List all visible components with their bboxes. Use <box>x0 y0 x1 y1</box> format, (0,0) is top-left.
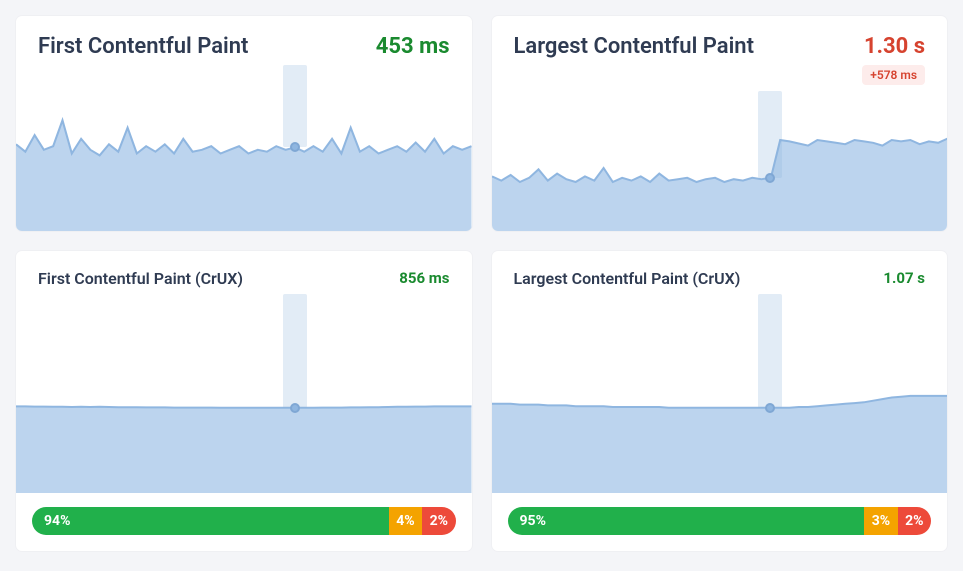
dist-needs-improvement: 3% <box>864 507 897 535</box>
sparkline-chart <box>16 294 472 493</box>
sparkline-chart <box>492 91 948 231</box>
time-marker <box>758 91 782 178</box>
dist-poor: 2% <box>422 507 455 535</box>
dist-good-label: 95% <box>520 513 546 529</box>
time-marker <box>758 294 782 408</box>
card-header: First Contentful Paint 453 ms <box>16 16 472 65</box>
dist-poor: 2% <box>898 507 931 535</box>
card-fcp: First Contentful Paint 453 ms <box>16 16 472 231</box>
card-header: Largest Contentful Paint 1.30 s +578 ms <box>492 16 948 91</box>
dist-good-label: 94% <box>44 513 70 529</box>
sparkline-chart <box>16 65 472 231</box>
card-header: First Contentful Paint (CrUX) 856 ms <box>16 251 472 294</box>
metric-title: Largest Contentful Paint (CrUX) <box>514 269 741 288</box>
metric-value: 1.07 s <box>883 269 925 287</box>
card-header: Largest Contentful Paint (CrUX) 1.07 s <box>492 251 948 294</box>
metrics-grid: First Contentful Paint 453 ms Largest Co… <box>0 0 963 567</box>
distribution-bar: 94% 4% 2% <box>32 507 456 535</box>
sparkline-chart <box>492 294 948 493</box>
dist-ni-label: 4% <box>396 513 414 529</box>
metric-title: Largest Contentful Paint <box>514 34 754 59</box>
metric-title: First Contentful Paint <box>38 34 248 59</box>
dist-good: 95% <box>508 507 865 535</box>
metric-value: 453 ms <box>376 34 450 59</box>
metric-title: First Contentful Paint (CrUX) <box>38 269 243 288</box>
time-marker <box>283 65 307 147</box>
distribution-bar: 95% 3% 2% <box>508 507 932 535</box>
metric-value: 1.30 s <box>862 34 925 59</box>
dist-good: 94% <box>32 507 389 535</box>
card-lcp-crux: Largest Contentful Paint (CrUX) 1.07 s 9… <box>492 251 948 551</box>
dist-ni-label: 3% <box>872 513 890 529</box>
dist-poor-label: 2% <box>905 513 923 529</box>
dist-poor-label: 2% <box>430 513 448 529</box>
time-marker <box>283 294 307 408</box>
marker-dot <box>290 403 300 413</box>
card-fcp-crux: First Contentful Paint (CrUX) 856 ms 94%… <box>16 251 472 551</box>
metric-value: 856 ms <box>399 269 449 287</box>
card-lcp: Largest Contentful Paint 1.30 s +578 ms <box>492 16 948 231</box>
delta-badge: +578 ms <box>862 65 925 85</box>
metric-value-group: 1.30 s +578 ms <box>862 34 925 85</box>
dist-needs-improvement: 4% <box>389 507 422 535</box>
